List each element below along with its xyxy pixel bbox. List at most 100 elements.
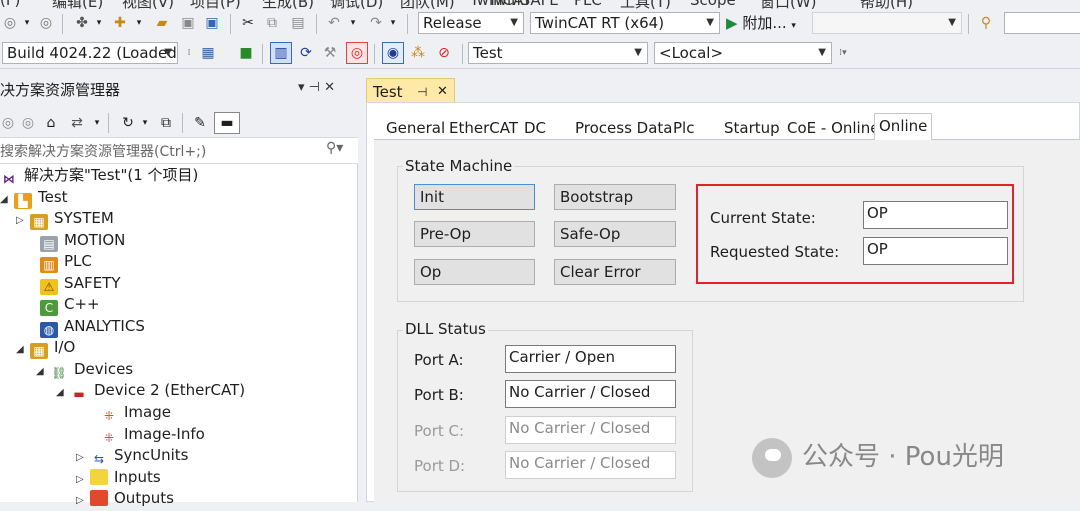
cut-icon[interactable]: ✂ [238,13,258,33]
tab-dc[interactable]: DC [520,116,550,140]
tree-item-device-2[interactable]: ◢ ▬ Device 2 (EtherCAT) [56,380,245,401]
tree-item-motion[interactable]: ▤ MOTION [26,230,125,252]
tab-general[interactable]: General [382,116,449,140]
restart-twincat-icon[interactable]: ■ [236,43,256,63]
menu-file[interactable]: (F) [0,0,20,9]
tab-ethercat[interactable]: EtherCAT [445,116,522,140]
forward-icon[interactable]: ◎ [38,13,54,33]
undo-dropdown-icon[interactable]: ▾ [348,13,358,33]
tree-item-safety[interactable]: ⚠ SAFETY [26,273,121,295]
target-project-combo[interactable]: Test ▼ [468,42,648,64]
chevron-down-icon[interactable]: ▾ [140,113,150,133]
redo-dropdown-icon[interactable]: ▾ [388,13,398,33]
panel-window-controls-icon[interactable]: ▾ ⊣ ✕ [298,80,335,95]
tab-process-data[interactable]: Process Data [571,116,677,140]
redo-icon[interactable]: ↷ [366,13,386,33]
solution-search-input[interactable]: 搜索解决方案资源管理器(Ctrl+;) [0,141,206,161]
choose-target-icon[interactable]: ⊘ [434,43,454,63]
forward-icon[interactable]: ◎ [20,113,36,133]
safe-op-button[interactable]: Safe-Op [554,221,676,247]
search-icon[interactable]: ⚲▾ [326,140,343,156]
target-system-combo[interactable]: <Local> ▼ [654,42,832,64]
expand-icon[interactable]: ◢ [0,189,14,210]
expand-icon[interactable]: ▷ [16,210,30,231]
add-item-dropdown-icon[interactable]: ▾ [134,13,144,33]
menu-window[interactable]: 窗口(W) [760,0,817,9]
tree-item-system[interactable]: ▷ ▦ SYSTEM [16,208,114,231]
tree-item-image[interactable]: ⁜ Image [86,402,171,423]
menu-tools[interactable]: 工具(T) [620,0,671,9]
clear-error-button[interactable]: Clear Error [554,259,676,285]
pre-op-button[interactable]: Pre-Op [414,221,535,247]
tree-item-project[interactable]: ◢ ▙ Test [0,187,68,210]
preview-icon[interactable]: ▬ [214,112,240,134]
menu-help[interactable]: 帮助(H) [860,0,913,9]
menu-view[interactable]: 视图(V) [122,0,174,9]
tree-item-io[interactable]: ◢ ▦ I/O [16,337,75,360]
properties-icon[interactable]: ✎ [190,113,210,133]
pending-changes-icon[interactable]: ↻ [118,113,138,133]
add-item-icon[interactable]: ✚ [110,13,130,33]
chevron-down-icon[interactable]: ▾ [92,113,102,133]
menu-debug[interactable]: 调试(D) [330,0,383,9]
save-all-icon[interactable]: ▣ [202,13,222,33]
menu-project[interactable]: 项目(P) [190,0,241,9]
tree-item-plc[interactable]: ▥ PLC [26,251,92,273]
new-project-dropdown-icon[interactable]: ▾ [94,13,104,33]
open-folder-icon[interactable]: ▰ [152,13,172,33]
find-in-files-icon[interactable]: ⚲ [976,13,996,33]
paste-icon[interactable]: ▤ [288,13,308,33]
tab-plc[interactable]: Plc [669,116,698,140]
menu-twinsafe[interactable]: TwinSAFE [488,0,559,9]
expand-icon[interactable]: ▷ [76,469,90,490]
save-icon[interactable]: ▣ [178,13,198,33]
init-button[interactable]: Init [414,184,535,210]
tab-startup[interactable]: Startup [720,116,784,140]
new-project-icon[interactable]: ✤ [72,13,92,33]
activate-configuration-icon[interactable]: ▦ [198,43,218,63]
tree-item-syncunits[interactable]: ▷ ⇆ SyncUnits [76,445,189,466]
show-online-data-icon[interactable]: ◉ [382,42,404,64]
expand-icon[interactable]: ◢ [36,361,50,382]
solution-platform-combo[interactable]: TwinCAT RT (x64) ▼ [530,12,720,34]
op-button[interactable]: Op [414,259,535,285]
back-dropdown-icon[interactable]: ▾ [22,13,32,33]
solution-search-box[interactable]: 搜索解决方案资源管理器(Ctrl+;) ⚲▾ [0,138,358,164]
tab-online[interactable]: Online [874,113,933,142]
undo-icon[interactable]: ↶ [324,13,344,33]
home-icon[interactable]: ⌂ [42,113,60,133]
expand-icon[interactable]: ◢ [56,382,70,403]
expand-icon[interactable]: ▷ [76,490,90,511]
copy-icon[interactable]: ⧉ [262,13,282,33]
reload-devices-icon[interactable]: ⟳ [296,43,316,63]
expand-icon[interactable]: ◢ [16,339,30,360]
collapse-all-icon[interactable]: ⧉ [156,113,176,133]
show-sub-items-icon[interactable]: ⁂ [408,43,428,63]
tab-coe-online[interactable]: CoE - Online [783,116,883,140]
tree-item-solution[interactable]: ⋈ 解决方案"Test"(1 个项目) [0,165,198,186]
config-mode-icon[interactable]: ▥ [270,42,292,64]
tree-item-inputs[interactable]: ▷ Inputs [76,467,161,488]
back-icon[interactable]: ◎ [2,13,18,33]
expand-icon[interactable]: ▷ [76,447,90,468]
menu-plc[interactable]: PLC [574,0,602,9]
scan-icon[interactable]: ⚒ [320,43,340,63]
back-icon[interactable]: ◎ [0,113,16,133]
toggle-free-run-icon[interactable]: ◎ [346,42,368,64]
tree-item-cpp[interactable]: C C++ [26,294,100,316]
bootstrap-button[interactable]: Bootstrap [554,184,676,210]
attach-button[interactable]: ▶ 附加... ▾ [726,12,808,34]
menu-team[interactable]: 团队(M) [400,0,455,9]
tree-item-analytics[interactable]: ◍ ANALYTICS [26,316,145,338]
sync-with-document-icon[interactable]: ⇄ [66,113,88,133]
menu-build[interactable]: 生成(B) [262,0,314,9]
build-version-combo[interactable]: Build 4024.22 (Loaded ▼ [2,42,178,64]
find-combo[interactable] [1004,12,1080,34]
tree-item-devices[interactable]: ◢ ⛓ Devices [36,359,133,380]
toolbar-overflow-icon[interactable]: ⁞▾ [836,43,850,63]
tree-item-outputs[interactable]: ▷ Outputs [76,488,174,509]
menu-edit[interactable]: 编辑(E) [52,0,103,9]
tree-item-image-info[interactable]: ⁜ Image-Info [86,424,205,445]
debug-target-combo[interactable]: ▼ [812,12,962,34]
solution-config-combo[interactable]: Release ▼ [418,12,524,34]
